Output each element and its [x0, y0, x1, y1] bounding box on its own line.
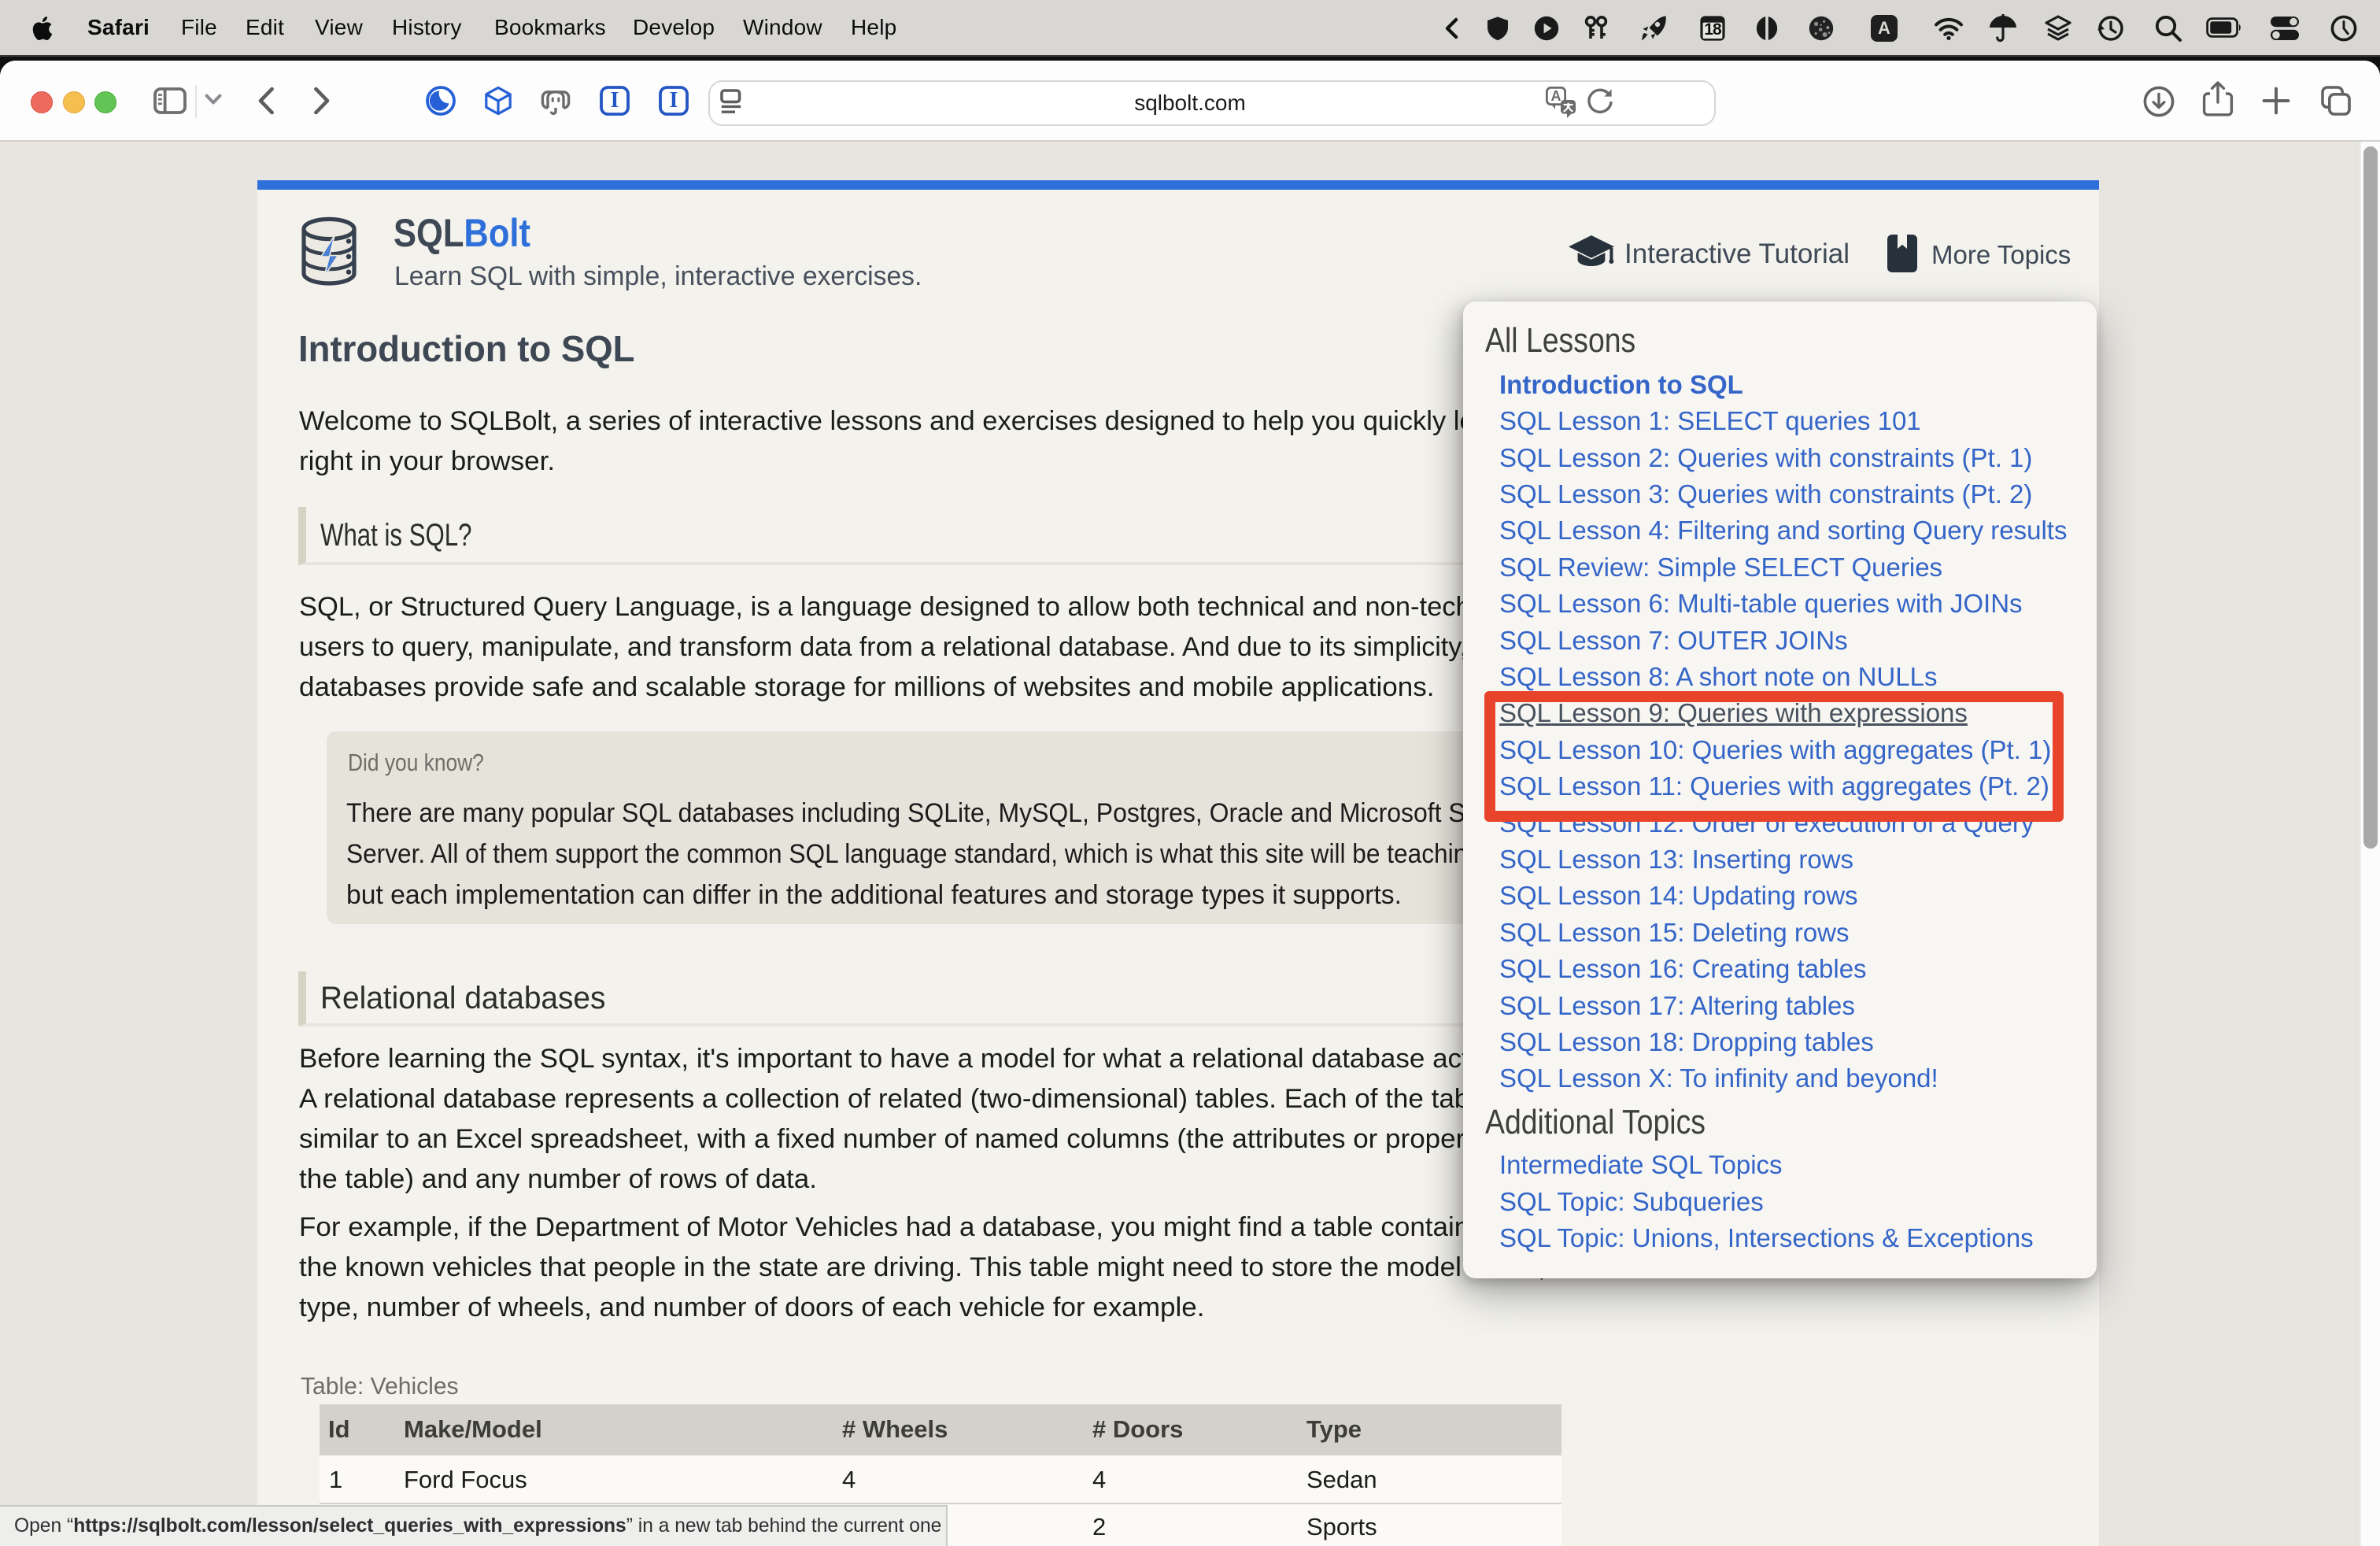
svg-text:A: A: [1551, 88, 1561, 104]
